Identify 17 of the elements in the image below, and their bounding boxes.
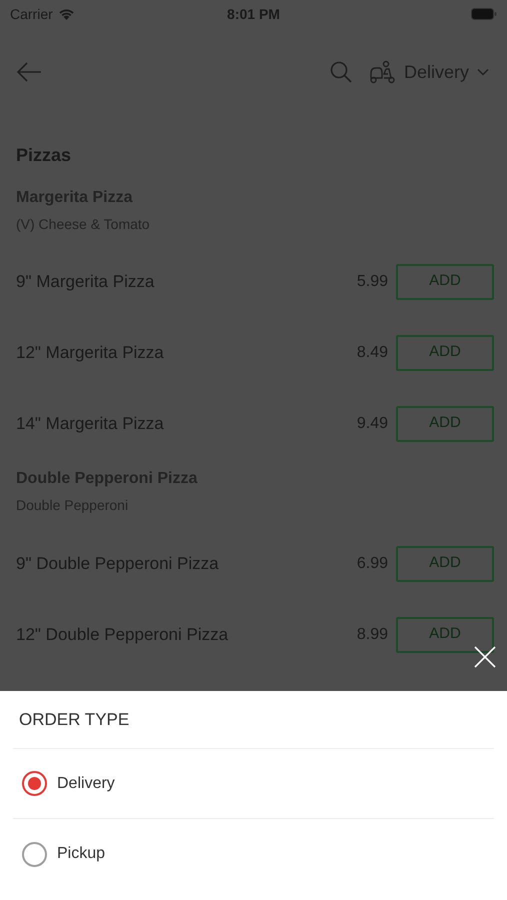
scooter-icon: [368, 60, 396, 84]
add-button[interactable]: ADD: [396, 546, 494, 582]
sheet-title: ORDER TYPE: [19, 708, 130, 731]
radio-option[interactable]: Pickup: [13, 819, 494, 889]
wifi-icon: [58, 8, 75, 20]
radio-button-icon: [22, 842, 47, 866]
search-button[interactable]: [330, 61, 352, 83]
battery-icon: [471, 8, 497, 20]
radio-button-icon: [22, 771, 47, 796]
add-button[interactable]: ADD: [396, 334, 494, 370]
back-button[interactable]: [16, 62, 42, 82]
add-button[interactable]: ADD: [396, 616, 494, 652]
chevron-down-icon: [477, 68, 489, 76]
add-button[interactable]: ADD: [396, 406, 494, 442]
add-button[interactable]: ADD: [396, 264, 494, 300]
radio-option[interactable]: Delivery: [13, 749, 494, 819]
close-button[interactable]: [474, 646, 496, 668]
